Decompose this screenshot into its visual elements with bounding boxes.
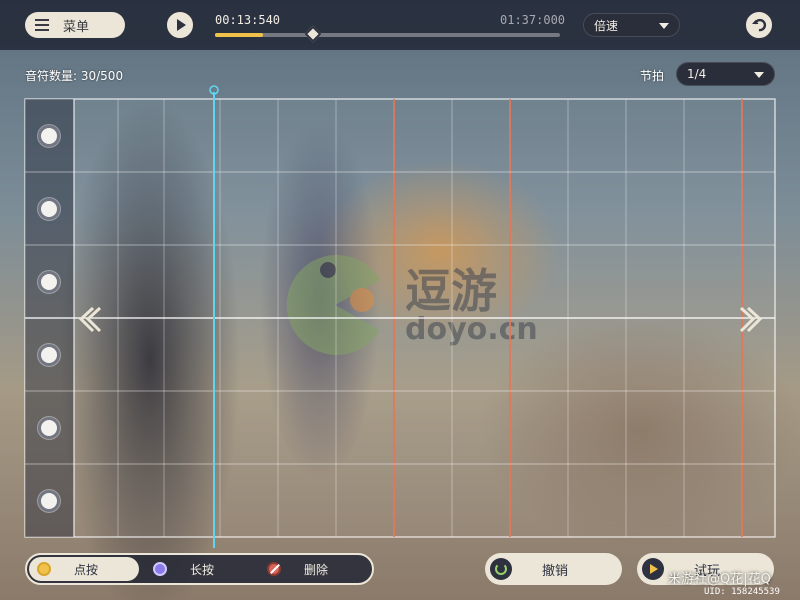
delete-mode-label: 删除: [303, 562, 328, 577]
author-credit: 米游社@Q花|花Q: [668, 572, 771, 587]
tap-mode-label: 点按: [73, 562, 98, 577]
undo-button[interactable]: 撤销: [485, 553, 622, 585]
undo-label: 撤销: [541, 563, 568, 579]
undo-icon: [490, 558, 512, 580]
lane-key-3[interactable]: [38, 270, 60, 293]
play-icon: [642, 558, 664, 580]
delete-mode-button[interactable]: 删除: [259, 557, 369, 581]
lane-key-2[interactable]: [38, 197, 60, 220]
note-grid[interactable]: [0, 0, 800, 600]
tap-mode-button[interactable]: 点按: [29, 557, 139, 581]
hold-mode-button[interactable]: 长按: [145, 557, 255, 581]
lane-key-4[interactable]: [38, 343, 60, 366]
mode-selector: 点按 长按 删除: [25, 553, 374, 585]
lane-key-5[interactable]: [38, 416, 60, 439]
tap-dot-icon: [37, 562, 51, 576]
lane-key-1[interactable]: [38, 124, 60, 147]
user-uid: UID: 158245539: [704, 587, 780, 597]
hold-mode-label: 长按: [189, 562, 214, 577]
hold-dot-icon: [153, 562, 167, 576]
delete-icon: [267, 562, 281, 576]
lane-key-6[interactable]: [38, 489, 60, 512]
